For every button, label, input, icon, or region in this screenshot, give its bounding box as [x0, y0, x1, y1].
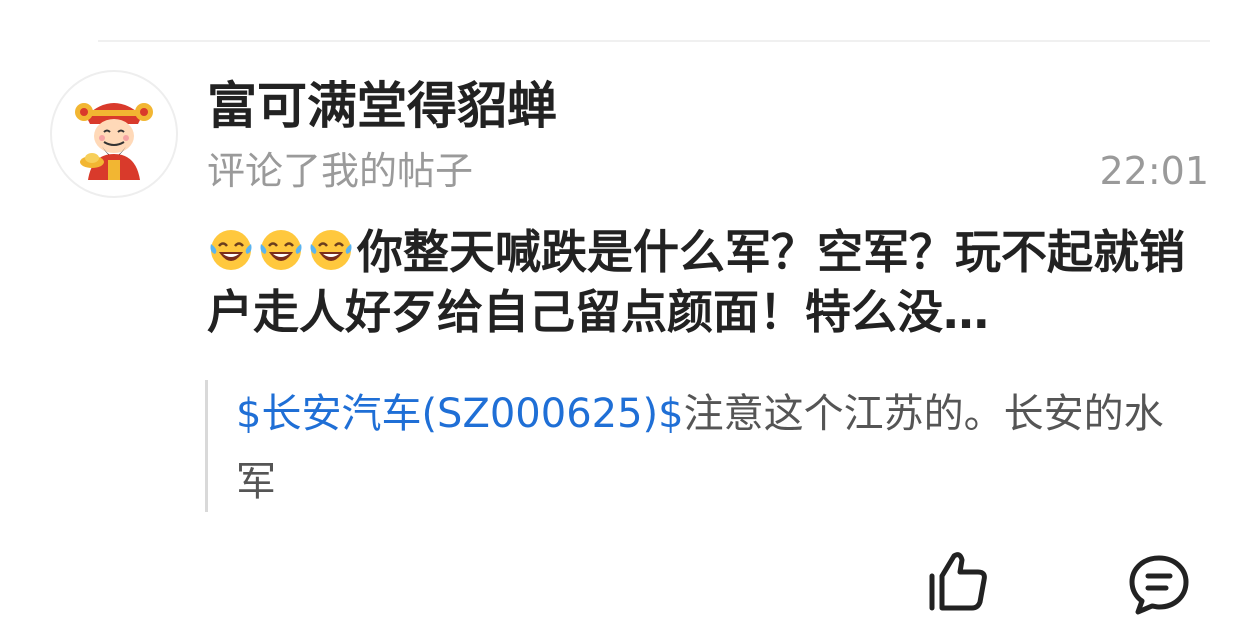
avatar[interactable] — [50, 70, 178, 198]
top-divider — [98, 40, 1210, 42]
laughing-crying-emoji-icon — [210, 230, 252, 270]
laughing-crying-emoji-icon — [310, 230, 352, 270]
thumbs-up-icon — [929, 552, 987, 611]
laughing-crying-emoji-icon — [260, 230, 302, 270]
quoted-post[interactable]: $长安汽车(SZ000625)$注意这个江苏的。长安的水军 — [205, 380, 1175, 512]
stock-link[interactable]: $长安汽车(SZ000625)$ — [236, 391, 684, 437]
comment-button[interactable] — [1126, 552, 1192, 618]
username[interactable]: 富可满堂得貂蝉 — [207, 76, 557, 136]
timestamp: 22:01 — [1099, 149, 1209, 193]
caishen-avatar-icon — [75, 103, 153, 180]
comment-body[interactable]: 你整天喊跌是什么军？空军？玩不起就销户走人好歹给自己留点颜面！特么没… — [207, 222, 1197, 342]
action-description: 评论了我的帖子 — [207, 149, 474, 193]
comment-bubble-icon — [1129, 555, 1189, 615]
quoted-post-text: $长安汽车(SZ000625)$注意这个江苏的。长安的水军 — [236, 380, 1175, 516]
like-button[interactable] — [924, 548, 990, 614]
